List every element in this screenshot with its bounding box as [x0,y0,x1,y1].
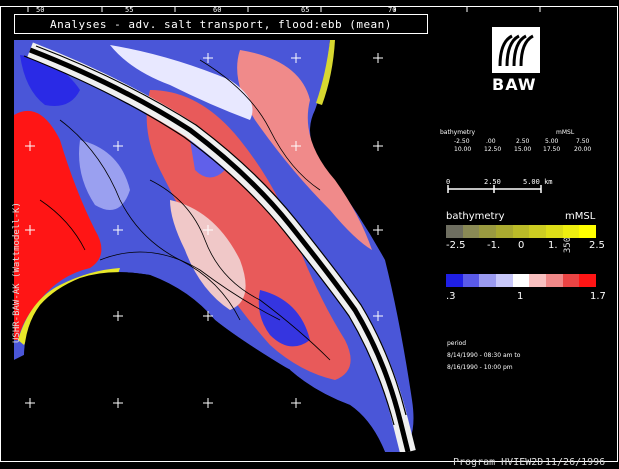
bathymetry-small-value: 15.00 [514,146,532,153]
bathymetry-legend-label: 1. [548,240,558,251]
legend-swatch [479,274,497,287]
bathymetry-small-value: 2.50 [516,138,530,145]
bathymetry-small-value: 12.50 [484,146,502,153]
legend-swatch [462,225,480,238]
map-title: Analyses - adv. salt transport, flood:eb… [50,17,392,31]
period-line-1: 8/14/1990 - 08:30 am to [447,352,521,359]
bathymetry-small-title: bathymetry [440,129,476,136]
bathymetry-legend-label: 0 [518,240,525,251]
top-tick-label: 65 [301,6,310,14]
legend-swatch [462,274,480,287]
legend-swatch [479,225,497,238]
top-tick-label: 50 [36,6,45,14]
bathymetry-legend-label: -1. [487,240,501,251]
bathymetry-small-value: 7.50 [576,138,590,145]
legend-swatch [546,274,563,287]
top-tick-label: 60 [213,6,222,14]
legend-swatch [496,225,513,238]
period-line-2: 8/16/1990 - 10:00 pm [447,364,513,371]
ratio-legend-label: .3 [446,291,456,302]
legend-swatch [446,274,463,287]
bathymetry-small-value: .00 [486,138,496,145]
legend-swatch [512,225,530,238]
bathymetry-small-unit: mMSL [556,129,575,136]
bathymetry-small-value: 17.50 [543,146,561,153]
baw-logo [492,27,540,73]
bathymetry-legend-title: bathymetry [446,211,505,222]
legend-swatch [579,274,597,287]
bathymetry-legend-label: 2.5 [589,240,605,251]
legend-swatch [546,225,563,238]
program-name: Program HVIEW2D [453,457,544,468]
right-tick-label: 350 [563,236,574,254]
bathymetry-small-value: -2.50 [454,138,470,145]
bathymetry-legend-label: -2.5 [446,240,466,251]
legend-swatch [512,274,530,287]
period-title: period [447,340,467,347]
bathymetry-small-value: 20.00 [574,146,592,153]
scale-label: 2.50 [484,178,501,186]
logo-text: BAW [492,75,537,94]
map-title-box: Analyses - adv. salt transport, flood:eb… [14,14,428,34]
top-tick-label: 70 [388,6,397,14]
bathymetry-legend-unit: mMSL [565,211,596,222]
ratio-legend-label: 1.7 [590,291,606,302]
ratio-legend-label: 1 [517,291,524,302]
scale-label: 0 [446,178,451,186]
bathymetry-small-value: 5.00 [545,138,559,145]
legend-swatch [529,225,547,238]
legend-swatch [496,274,513,287]
scale-label: 5.00 km [523,178,553,186]
legend-swatch [562,274,580,287]
bathymetry-small-value: 10.00 [454,146,472,153]
side-annotation: USHR-BAW-AK (Wattmodell-K) [12,202,22,343]
top-tick-label: 55 [125,6,134,14]
legend-swatch [562,225,580,238]
legend-swatch [446,225,463,238]
legend-swatch [529,274,547,287]
print-date: 11/26/1996 [545,457,606,468]
legend-swatch [579,225,597,238]
